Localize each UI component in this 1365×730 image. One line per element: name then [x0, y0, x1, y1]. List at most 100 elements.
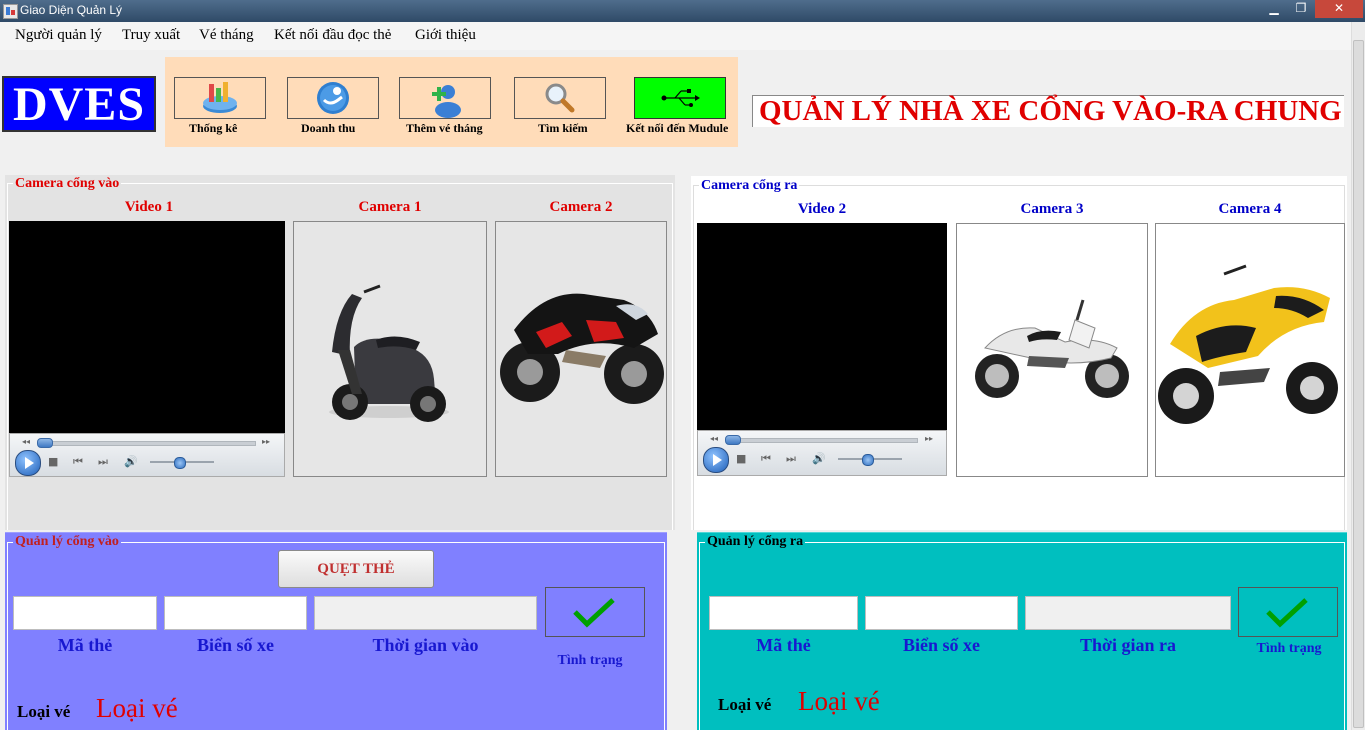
card-id-label: Mã thẻ	[756, 635, 811, 655]
play-button[interactable]	[15, 450, 41, 476]
menu-about[interactable]: Giới thiệu	[415, 27, 476, 44]
ticket-type-value: Loại vé	[96, 693, 178, 723]
manage-out-group: Quản lý cổng ra Mã thẻ Biển số xe Thời g…	[697, 532, 1347, 730]
page-title: QUẢN LÝ NHÀ XE CỔNG VÀO-RA CHUNG	[752, 95, 1344, 127]
menu-admin[interactable]: Người quản lý	[15, 27, 102, 44]
plate-number-input[interactable]	[865, 596, 1018, 630]
window-title: Giao Diện Quản Lý	[20, 3, 123, 17]
connect-module-label: Kết nối đến Mudule	[626, 121, 729, 135]
menu-monthly-ticket[interactable]: Vé tháng	[199, 27, 254, 44]
menu-bar: Người quản lý Truy xuất Vé tháng Kết nối…	[0, 22, 1352, 50]
add-monthly-ticket-label: Thêm vé tháng	[406, 121, 483, 135]
vertical-scrollbar[interactable]	[1351, 22, 1365, 730]
next-icon[interactable]: ⏭	[786, 453, 796, 464]
volume-thumb[interactable]	[174, 457, 186, 469]
rewind-icon[interactable]: ◂◂	[710, 433, 718, 444]
ticket-type-label: Loại vé	[718, 695, 772, 714]
checkmark-icon	[573, 598, 615, 628]
seek-thumb[interactable]	[37, 438, 53, 448]
manage-out-legend: Quản lý cổng ra	[705, 534, 806, 550]
status-indicator	[545, 587, 645, 637]
connect-module-button[interactable]	[634, 77, 726, 119]
video-1-label: Video 1	[124, 199, 174, 215]
volume-icon[interactable]: 🔊	[812, 453, 826, 464]
stop-icon[interactable]: ■	[736, 453, 746, 464]
camera-4-label: Camera 4	[1218, 201, 1282, 217]
ticket-type-label: Loại vé	[17, 702, 71, 721]
plate-number-input[interactable]	[164, 596, 307, 630]
revenue-button[interactable]	[287, 77, 379, 119]
camera-out-group: Camera cổng ra Video 2 Camera 3 Camera 4…	[691, 176, 1347, 530]
camera-1-view	[293, 221, 487, 477]
plate-number-label: Biển số xe	[902, 635, 980, 655]
status-indicator	[1238, 587, 1338, 637]
sportbike-image	[500, 293, 664, 404]
play-button[interactable]	[703, 447, 729, 473]
revenue-label: Doanh thu	[301, 121, 356, 135]
menu-query[interactable]: Truy xuất	[122, 27, 180, 44]
yellow-motorbike-image	[1158, 264, 1338, 424]
camera-4-view	[1155, 223, 1345, 477]
plate-number-label: Biển số xe	[196, 635, 274, 655]
video-2-screen[interactable]	[697, 223, 947, 433]
camera-2-view	[495, 221, 667, 477]
card-id-input[interactable]	[13, 596, 157, 630]
camera-in-group: Camera cổng vào Video 1 Camera 1 Camera …	[5, 175, 675, 530]
stop-icon[interactable]: ■	[48, 456, 58, 467]
camera-2-label: Camera 2	[549, 199, 613, 215]
status-label: Tình trạng	[557, 653, 623, 668]
volume-icon[interactable]: 🔊	[124, 456, 138, 467]
card-id-label: Mã thẻ	[57, 635, 113, 655]
fast-forward-icon[interactable]: ▸▸	[262, 436, 270, 447]
status-label: Tình trạng	[1256, 641, 1322, 656]
entry-time-input[interactable]	[314, 596, 537, 630]
card-id-input[interactable]	[709, 596, 858, 630]
ticket-type-value: Loại vé	[798, 686, 880, 716]
video-2-controls: ◂◂ ▸▸ ■ ⏮ ⏭ 🔊	[697, 430, 947, 476]
statistics-button[interactable]	[174, 77, 266, 119]
volume-thumb[interactable]	[862, 454, 874, 466]
close-button[interactable]: ✕	[1315, 0, 1363, 18]
previous-icon[interactable]: ⏮	[761, 453, 771, 464]
search-button[interactable]	[514, 77, 606, 119]
camera-out-legend: Camera cổng ra	[699, 178, 800, 194]
exit-time-label: Thời gian ra	[1080, 635, 1176, 655]
manage-in-legend: Quản lý cổng vào	[13, 534, 121, 550]
entry-time-label: Thời gian vào	[372, 635, 479, 655]
camera-1-label: Camera 1	[358, 199, 422, 215]
video-1-screen[interactable]	[9, 221, 285, 433]
video-2-seekbar[interactable]	[725, 435, 918, 445]
volume-slider[interactable]	[838, 454, 902, 466]
exit-time-input[interactable]	[1025, 596, 1231, 630]
video-1-controls: ◂◂ ▸▸ ■ ⏮ ⏭ 🔊	[9, 433, 285, 477]
camera-in-legend: Camera cổng vào	[13, 176, 122, 192]
volume-slider[interactable]	[150, 457, 214, 469]
title-bar: Giao Diện Quản Lý ▁ ❐ ✕	[0, 0, 1365, 22]
fast-forward-icon[interactable]: ▸▸	[925, 433, 933, 444]
video-2-label: Video 2	[797, 201, 847, 217]
toolbar: Thống kê Doanh thu Thêm vé tháng Tìm kiế…	[165, 57, 738, 147]
search-icon	[545, 83, 575, 113]
app-icon	[3, 4, 18, 19]
motorbike-image	[975, 299, 1129, 398]
seek-thumb[interactable]	[725, 435, 741, 445]
logo: DVES	[2, 76, 156, 132]
manage-in-group: Quản lý cổng vào QUẸT THẺ Mã thẻ Biển số…	[5, 532, 667, 730]
statistics-label: Thống kê	[189, 121, 238, 135]
scooter-image	[329, 284, 449, 422]
rewind-icon[interactable]: ◂◂	[22, 436, 30, 447]
menu-card-reader[interactable]: Kết nối đầu đọc thẻ	[274, 27, 391, 44]
scrollbar-thumb[interactable]	[1353, 40, 1364, 728]
maximize-button[interactable]: ❐	[1288, 0, 1314, 18]
video-1-seekbar[interactable]	[37, 438, 256, 448]
chart-icon	[203, 82, 237, 113]
search-label: Tìm kiếm	[538, 121, 588, 135]
previous-icon[interactable]: ⏮	[73, 456, 83, 467]
swipe-card-button[interactable]: QUẸT THẺ	[278, 550, 434, 588]
add-user-icon	[432, 85, 461, 118]
minimize-button[interactable]: ▁	[1261, 0, 1287, 18]
usb-icon	[661, 89, 700, 107]
add-monthly-ticket-button[interactable]	[399, 77, 491, 119]
next-icon[interactable]: ⏭	[98, 456, 108, 467]
camera-3-view	[956, 223, 1148, 477]
